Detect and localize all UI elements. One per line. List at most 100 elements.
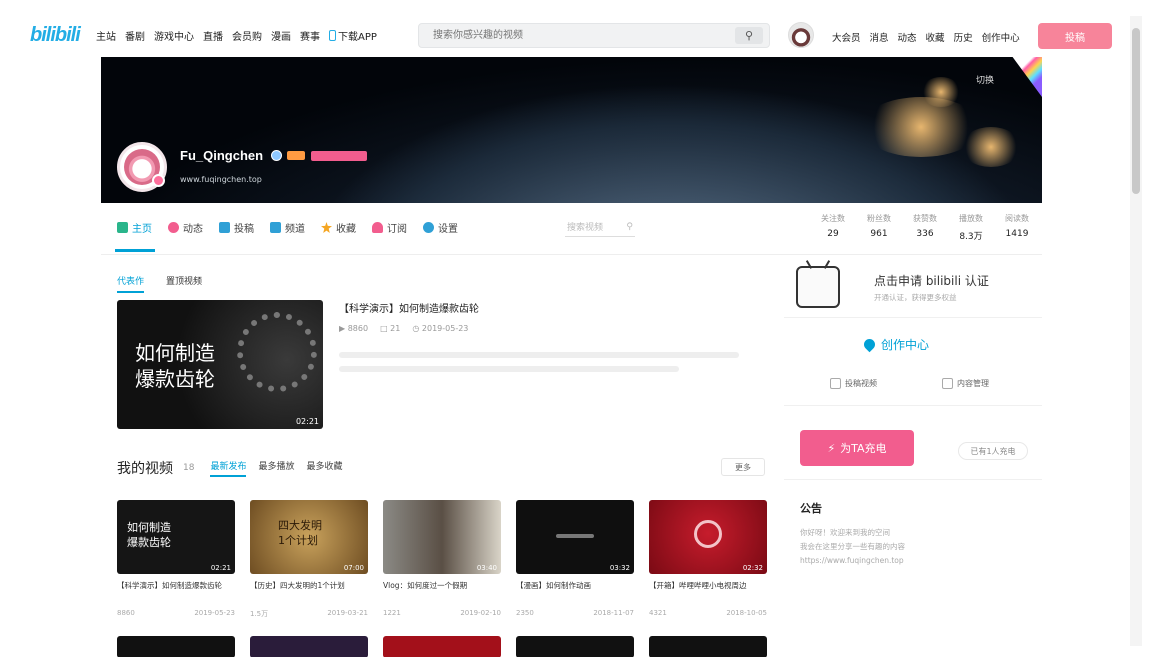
tab-representative[interactable]: 代表作 (117, 274, 145, 293)
video-thumbnail-partial[interactable] (117, 636, 235, 657)
city-lights (921, 77, 961, 107)
video-title[interactable]: 【漫画】如何制作动画 (516, 580, 634, 602)
tab-subscriptions[interactable]: 订阅 (372, 220, 407, 235)
tab-label: 投稿 (234, 224, 254, 235)
notice-panel: 公告 你好呀！欢迎来到我的空间 我会在这里分享一些有趣的内容 https://w… (784, 484, 1042, 657)
video-thumbnail[interactable]: 03:40 (383, 500, 501, 574)
upload-date: 2019-03-21 (327, 609, 368, 617)
content-manage-link[interactable]: 内容管理 (942, 378, 989, 389)
sort-most-played[interactable]: 最多播放 (258, 459, 294, 477)
nav-esports[interactable]: 赛事 (300, 28, 320, 43)
vip-badge[interactable] (311, 151, 367, 161)
banner-switch-button[interactable]: 切换 (976, 73, 994, 86)
upload-video-link[interactable]: 投稿视频 (830, 378, 877, 389)
manage-icon (942, 378, 953, 389)
tab-settings[interactable]: 设置 (423, 220, 458, 235)
link-history[interactable]: 历史 (954, 30, 973, 44)
video-thumbnail[interactable]: 03:32 (516, 500, 634, 574)
nav-anime[interactable]: 番剧 (125, 28, 145, 43)
certification-title[interactable]: 点击申请 bilibili 认证 (874, 272, 989, 289)
tab-dynamics[interactable]: 动态 (168, 220, 203, 235)
thumbnail-caption: 如何制造 爆款齿轮 (135, 340, 215, 392)
nav-home[interactable]: 主站 (96, 28, 116, 43)
city-lights (961, 127, 1021, 167)
representative-video-thumbnail[interactable]: 如何制造 爆款齿轮 02:21 (117, 300, 323, 429)
stat-value: 336 (916, 229, 934, 239)
upload-button[interactable]: 投稿 (1038, 23, 1112, 49)
video-card[interactable]: 03:32 【漫画】如何制作动画 2350 2018-11-07 (516, 500, 634, 619)
video-thumbnail-partial[interactable] (250, 636, 368, 657)
user-links: 大会员 消息 动态 收藏 历史 创作中心 (832, 30, 1020, 44)
nav-live[interactable]: 直播 (203, 28, 223, 43)
search-input[interactable] (419, 24, 719, 47)
video-card[interactable]: 02:32 【开箱】哔哩哔哩小电视周边 4321 2018-10-05 (649, 500, 767, 619)
video-thumbnail[interactable]: 如何制造 爆款齿轮 02:21 (117, 500, 235, 574)
stat-value: 1419 (1005, 229, 1029, 239)
sort-latest[interactable]: 最新发布 (210, 459, 247, 477)
nav-mall[interactable]: 会员购 (232, 28, 262, 43)
tab-pinned[interactable]: 置顶视频 (166, 274, 202, 293)
video-thumbnail[interactable]: 02:32 (649, 500, 767, 574)
sort-most-favorited[interactable]: 最多收藏 (306, 459, 342, 477)
play-count: 1221 (383, 609, 401, 617)
play-count: 8860 (117, 609, 135, 617)
nav-game-center[interactable]: 游戏中心 (154, 28, 194, 43)
bilibili-logo[interactable]: bilibili (30, 24, 81, 47)
stat-likes: 获赞数 336 (909, 213, 941, 242)
my-videos-header: 我的视频 18 最新发布 最多播放 最多收藏 (117, 458, 343, 478)
tab-uploads[interactable]: 投稿 (219, 220, 254, 235)
prism-decoration (1012, 57, 1042, 97)
tab-channels[interactable]: 频道 (270, 220, 305, 235)
play-count-value: 8860 (347, 324, 369, 333)
video-thumbnail[interactable]: 四大发明 1个计划 07:00 (250, 500, 368, 574)
tab-favorites[interactable]: 收藏 (321, 220, 356, 235)
notice-text: 你好呀！欢迎来到我的空间 我会在这里分享一些有趣的内容 https://www.… (800, 528, 905, 565)
link-favorites[interactable]: 收藏 (926, 30, 945, 44)
main-nav: 主站 番剧 游戏中心 直播 会员购 漫画 赛事 下载APP (96, 28, 377, 43)
link-messages[interactable]: 消息 (870, 30, 889, 44)
link-vip[interactable]: 大会员 (832, 30, 861, 44)
video-card[interactable]: 03:40 Vlog：如何度过一个假期 1221 2019-02-10 (383, 500, 501, 619)
play-count: 1.5万 (250, 610, 269, 618)
video-card[interactable]: 四大发明 1个计划 07:00 【历史】四大发明的1个计划 1.5万 2019-03… (250, 500, 368, 619)
dynamics-icon (168, 222, 179, 233)
charge-button[interactable]: ⚡ 为TA充电 (800, 430, 914, 466)
video-thumbnail-partial[interactable] (649, 636, 767, 657)
stat-followers[interactable]: 粉丝数 961 (863, 213, 895, 242)
stat-value: 8.3万 (959, 232, 983, 242)
page-scrollbar[interactable] (1130, 16, 1142, 646)
stat-following[interactable]: 关注数 29 (817, 213, 849, 242)
video-title[interactable]: 【历史】四大发明的1个计划 (250, 580, 368, 602)
video-title[interactable]: 【科学演示】如何制造爆款齿轮 (117, 580, 235, 602)
representative-video-description (339, 348, 759, 372)
video-title[interactable]: 【开箱】哔哩哔哩小电视周边 (649, 580, 767, 602)
nav-manga[interactable]: 漫画 (271, 28, 291, 43)
tab-home[interactable]: 主页 (117, 220, 152, 235)
video-thumbnail-partial[interactable] (383, 636, 501, 657)
download-app-link[interactable]: 下载APP (329, 28, 377, 43)
video-thumbnail-partial[interactable] (516, 636, 634, 657)
upload-icon (830, 378, 841, 389)
search-icon[interactable]: ⚲ (626, 222, 633, 232)
video-card[interactable]: 如何制造 爆款齿轮 02:21 【科学演示】如何制造爆款齿轮 8860 2019-0… (117, 500, 235, 619)
video-title[interactable]: Vlog：如何度过一个假期 (383, 580, 501, 602)
creator-center-link[interactable]: 创作中心 (861, 336, 929, 353)
certification-panel[interactable]: 点击申请 bilibili 认证 开通认证，获得更多权益 (784, 258, 1042, 318)
link-dynamics[interactable]: 动态 (898, 30, 917, 44)
stat-reads: 阅读数 1419 (1001, 213, 1033, 242)
thumbnail-caption-line: 如何制造 (135, 341, 215, 365)
avatar-badge-icon (152, 174, 165, 187)
profile-banner: 切换 Fu_Qingchen www.fuqingchen.top (101, 57, 1042, 203)
scrollbar-thumb[interactable] (1132, 28, 1140, 194)
play-count: ▶ 8860 (339, 324, 368, 333)
stat-value: 29 (827, 229, 839, 239)
upload-video-label: 投稿视频 (845, 379, 877, 388)
more-videos-button[interactable]: 更多 (721, 458, 765, 476)
space-search-input[interactable]: 搜索视频 ⚲ (565, 217, 635, 237)
my-videos-count: 18 (183, 463, 195, 473)
search-icon[interactable]: ⚲ (735, 27, 763, 44)
user-avatar[interactable] (788, 22, 814, 48)
representative-video-title[interactable]: 【科学演示】如何制造爆款齿轮 (339, 300, 479, 315)
profile-avatar[interactable] (117, 142, 167, 192)
link-creator-center[interactable]: 创作中心 (982, 30, 1020, 44)
